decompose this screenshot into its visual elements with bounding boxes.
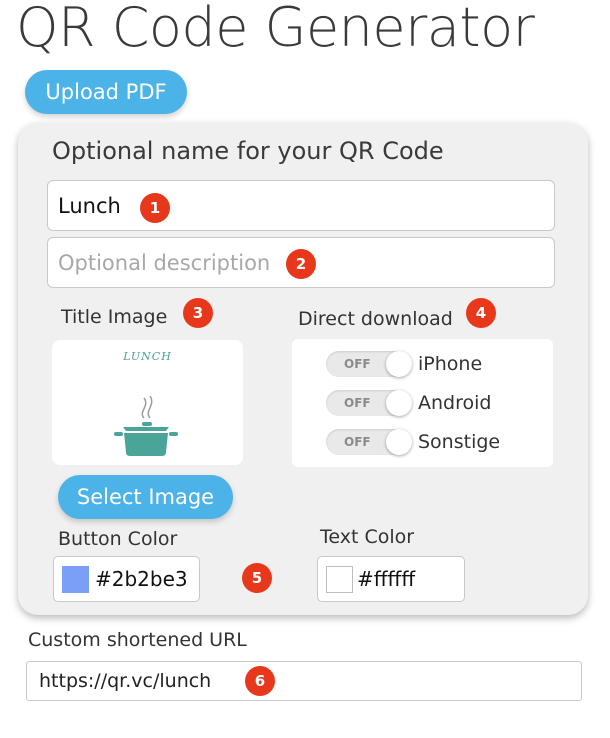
custom-url-input[interactable]: https://qr.vc/lunch bbox=[26, 661, 582, 701]
toggle-knob bbox=[386, 429, 412, 455]
url-prefix: https://qr.vc/ bbox=[39, 670, 160, 692]
toggle-knob bbox=[386, 351, 412, 377]
title-image-preview[interactable]: LUNCH bbox=[52, 340, 243, 465]
toggle-state: OFF bbox=[344, 435, 371, 449]
select-image-button[interactable]: Select Image bbox=[58, 475, 233, 519]
toggle-label-android: Android bbox=[418, 392, 492, 414]
toggle-switch[interactable]: OFF bbox=[326, 429, 412, 455]
text-color-picker[interactable]: #ffffff bbox=[317, 556, 465, 602]
step-badge-4: 4 bbox=[466, 298, 496, 328]
toggle-state: OFF bbox=[344, 357, 371, 371]
step-badge-2: 2 bbox=[286, 249, 316, 279]
toggle-knob bbox=[386, 390, 412, 416]
button-color-swatch[interactable] bbox=[62, 565, 89, 593]
toggle-switch[interactable]: OFF bbox=[326, 390, 412, 416]
title-image-label: Title Image bbox=[61, 306, 168, 328]
url-slug: lunch bbox=[159, 670, 212, 692]
page: QR Code Generator Upload PDF Optional na… bbox=[0, 0, 610, 738]
toggle-iphone[interactable]: OFF iPhone bbox=[326, 350, 482, 378]
toggle-switch[interactable]: OFF bbox=[326, 351, 412, 377]
step-badge-6: 6 bbox=[245, 666, 275, 696]
custom-url-label: Custom shortened URL bbox=[28, 629, 247, 651]
direct-download-panel: OFF iPhone OFF Android OFF Sonstige bbox=[292, 339, 553, 467]
step-badge-5: 5 bbox=[242, 563, 272, 593]
toggle-state: OFF bbox=[344, 396, 371, 410]
button-color-picker[interactable]: #2b2be3 bbox=[53, 556, 200, 602]
toggle-label-iphone: iPhone bbox=[418, 353, 483, 375]
toggle-sonstige[interactable]: OFF Sonstige bbox=[326, 428, 500, 456]
preview-caption: LUNCH bbox=[123, 350, 172, 363]
button-color-value: #2b2be3 bbox=[95, 567, 188, 591]
step-badge-1: 1 bbox=[140, 193, 170, 223]
direct-download-label: Direct download bbox=[298, 308, 453, 330]
text-color-label: Text Color bbox=[320, 526, 415, 548]
qr-name-input[interactable] bbox=[47, 180, 555, 231]
toggle-label-sonstige: Sonstige bbox=[418, 431, 501, 453]
upload-pdf-button[interactable]: Upload PDF bbox=[25, 70, 187, 114]
text-color-value: #ffffff bbox=[357, 567, 416, 591]
page-title: QR Code Generator bbox=[16, 0, 535, 59]
text-color-swatch[interactable] bbox=[326, 565, 353, 593]
cooking-pot-icon bbox=[114, 395, 178, 456]
button-color-label: Button Color bbox=[58, 528, 178, 550]
step-badge-3: 3 bbox=[183, 298, 213, 328]
card-heading: Optional name for your QR Code bbox=[52, 137, 444, 165]
toggle-android[interactable]: OFF Android bbox=[326, 389, 491, 417]
